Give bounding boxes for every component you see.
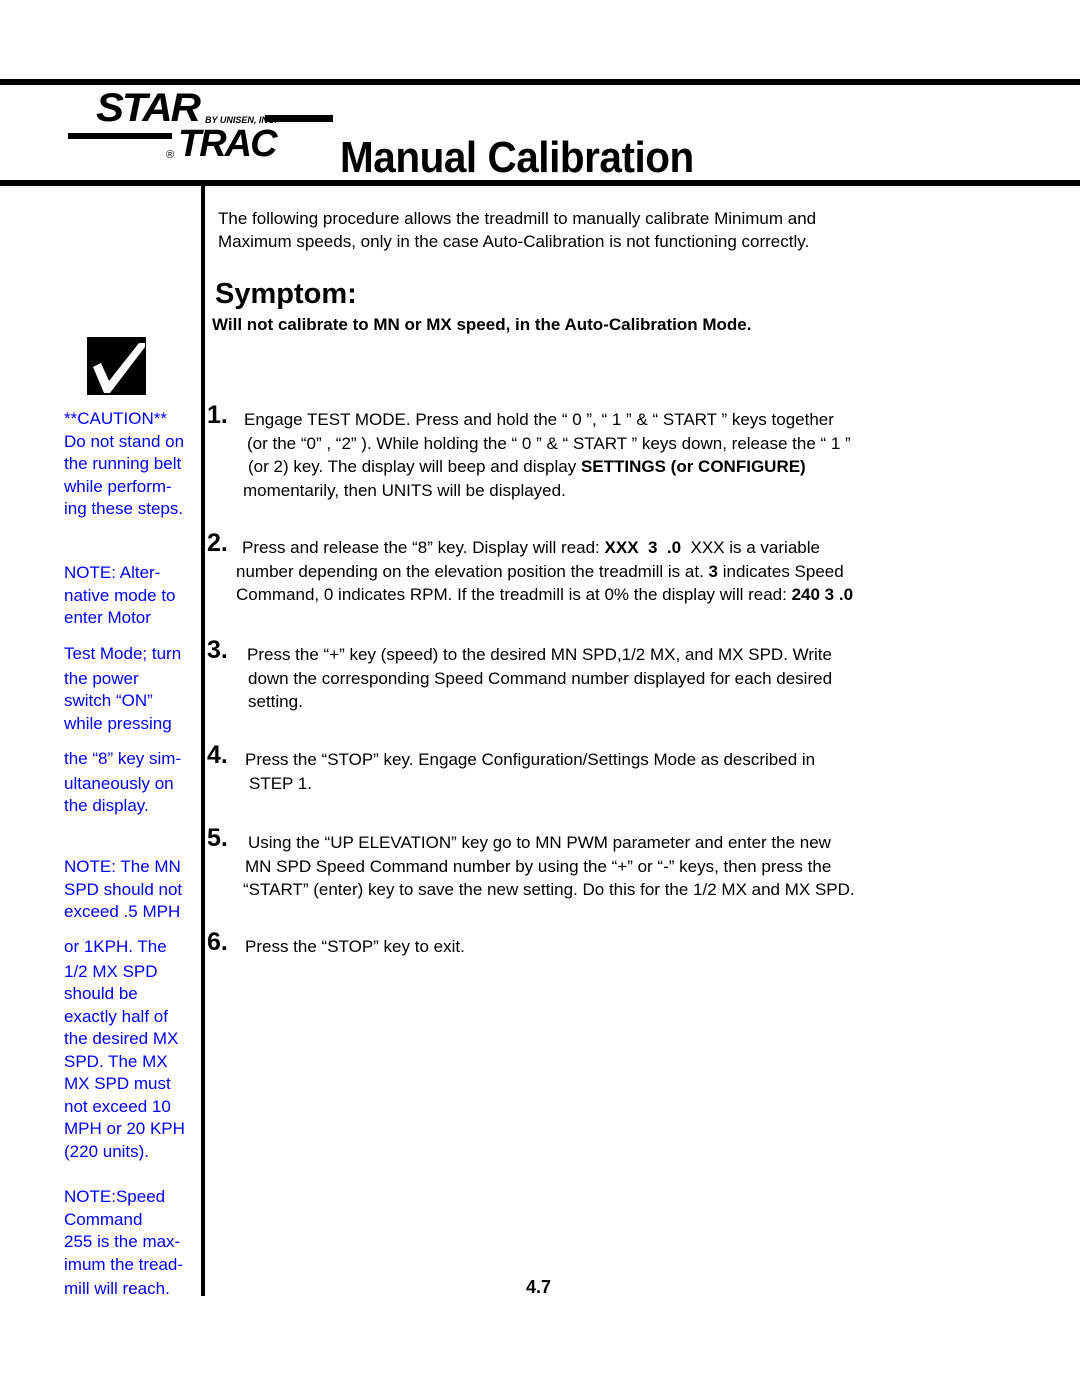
step-number: 4. <box>207 741 228 769</box>
step-line: Engage TEST MODE. Press and hold the “ 0… <box>244 410 834 429</box>
step-number: 3. <box>207 636 228 664</box>
note-line: Test Mode; turn <box>64 644 182 663</box>
note-line: native mode to <box>64 585 176 605</box>
note-line: ultaneously on <box>64 773 174 793</box>
note-line: (220 units). <box>64 1141 150 1161</box>
note-line: NOTE:Speed <box>64 1187 166 1206</box>
symptom-text: Will not calibrate to MN or MX speed, in… <box>212 315 752 334</box>
caution-note: **CAUTION** Do not stand on the running … <box>64 408 206 521</box>
symptom-heading: Symptom: <box>215 278 357 310</box>
step-line: down the corresponding Speed Command num… <box>248 668 833 688</box>
step-text: XXX is a variable <box>681 538 820 557</box>
logo-star-text: STAR <box>96 86 201 130</box>
note-line: 255 is the max- <box>64 1232 181 1251</box>
step-number: 5. <box>207 824 228 852</box>
alt-mode-note-a: NOTE: Alter- native mode to enter Motor <box>64 562 206 630</box>
step-1: 1. Engage TEST MODE. Press and hold the … <box>207 403 851 502</box>
display-readout-zero: 240 3 .0 <box>791 585 854 604</box>
alt-mode-note-b: Test Mode; turn the power switch “ON” wh… <box>64 643 206 735</box>
note-line: or 1KPH. The <box>64 937 167 956</box>
step-text: Press and release the “8” key. Display w… <box>242 538 605 557</box>
logo-bar-top <box>265 115 333 122</box>
note-line: enter Motor <box>64 608 151 627</box>
note-line: switch “ON” <box>64 691 153 710</box>
step-line: momentarily, then UNITS will be displaye… <box>243 480 566 500</box>
caution-line: while perform- <box>64 476 172 496</box>
registered-mark-icon: ® <box>166 149 175 161</box>
note-line: not exceed 10 <box>64 1096 171 1116</box>
intro-paragraph: The following procedure allows the tread… <box>218 207 948 253</box>
note-line: Command <box>64 1209 143 1229</box>
step-line: Using the “UP ELEVATION” key go to MN PW… <box>248 833 831 852</box>
note-line: NOTE: Alter- <box>64 563 161 582</box>
caution-line: ing these steps. <box>64 499 184 518</box>
note-line: the display. <box>64 796 149 815</box>
speed-command-code: 3 <box>708 561 718 581</box>
step-line: Press the “+” key (speed) to the desired… <box>247 645 832 664</box>
step-line: setting. <box>248 692 303 711</box>
alt-mode-note-c: the “8” key sim- ultaneously on the disp… <box>64 748 206 818</box>
step-line: STEP 1. <box>249 773 312 793</box>
step-4: 4. Press the “STOP” key. Engage Configur… <box>207 743 815 795</box>
step-line: Press the “STOP” key. Engage Configurati… <box>245 750 816 769</box>
mn-speed-note-a: NOTE: The MN SPD should not exceed .5 MP… <box>64 856 206 924</box>
page-number: 4.7 <box>526 1277 552 1297</box>
note-line: should be <box>64 984 138 1003</box>
step-line: MN SPD Speed Command number by using the… <box>245 856 832 876</box>
mn-speed-note-b: or 1KPH. The 1/2 MX SPD should be exactl… <box>64 936 206 1163</box>
note-line: while pressing <box>64 713 172 733</box>
note-line: 1/2 MX SPD <box>64 961 158 981</box>
step-line: number depending on the elevation positi… <box>236 560 853 584</box>
note-line: SPD should not <box>64 879 183 899</box>
caution-line: **CAUTION** <box>64 409 167 428</box>
caution-line: Do not stand on <box>64 431 185 451</box>
note-line: NOTE: The MN <box>64 857 181 876</box>
step-line: (or the “0” , “2” ). While holding the “… <box>247 433 851 453</box>
settings-configure-label: SETTINGS (or CONFIGURE) <box>580 457 806 476</box>
step-line: (or 2) key. The display will beep and di… <box>248 455 852 479</box>
step-text: (or 2) key. The display will beep and di… <box>248 457 581 476</box>
header-top-rule <box>0 79 1080 85</box>
step-number: 2. <box>207 529 228 557</box>
page-title: Manual Calibration <box>340 133 694 182</box>
step-text: indicates Speed <box>718 561 844 581</box>
note-line: the “8” key sim- <box>64 749 182 768</box>
step-text: Command, 0 indicates RPM. If the treadmi… <box>236 585 792 604</box>
note-line: exceed .5 MPH <box>64 902 181 921</box>
display-readout: XXX 3 .0 <box>604 538 682 557</box>
note-line: SPD. The MX <box>64 1051 168 1071</box>
step-number: 6. <box>207 928 228 956</box>
step-3: 3. Press the “+” key (speed) to the desi… <box>207 638 832 714</box>
step-line: Press the “STOP” key to exit. <box>245 937 465 956</box>
logo-bar-bottom <box>68 133 172 139</box>
step-line: “START” (enter) key to save the new sett… <box>243 880 855 899</box>
note-line: the power <box>64 668 139 688</box>
star-trac-logo: STAR BY UNISEN, INC. ® TRAC <box>66 88 336 168</box>
intro-line: The following procedure allows the tread… <box>218 209 817 228</box>
logo-trac-text: TRAC <box>178 123 278 165</box>
step-6: 6. Press the “STOP” key to exit. <box>207 930 465 959</box>
step-text: number depending on the elevation positi… <box>236 561 709 581</box>
step-number: 1. <box>207 401 228 429</box>
intro-line: Maximum speeds, only in the case Auto-Ca… <box>218 232 810 251</box>
note-line: imum the tread- <box>64 1254 184 1274</box>
step-line: Press and release the “8” key. Display w… <box>242 536 859 560</box>
note-line: MX SPD must <box>64 1074 171 1093</box>
note-line: MPH or 20 KPH <box>64 1119 185 1138</box>
checkmark-box-icon <box>87 337 146 395</box>
step-5: 5. Using the “UP ELEVATION” key go to MN… <box>207 826 855 902</box>
speed-command-note: NOTE:Speed Command 255 is the max- imum … <box>64 1186 206 1301</box>
note-line: exactly half of <box>64 1006 168 1026</box>
note-line: mill will reach. <box>64 1279 170 1298</box>
note-line: the desired MX <box>64 1029 179 1048</box>
step-line: Command, 0 indicates RPM. If the treadmi… <box>236 583 853 607</box>
step-2: 2. Press and release the “8” key. Displa… <box>207 531 853 607</box>
caution-line: the running belt <box>64 454 182 473</box>
